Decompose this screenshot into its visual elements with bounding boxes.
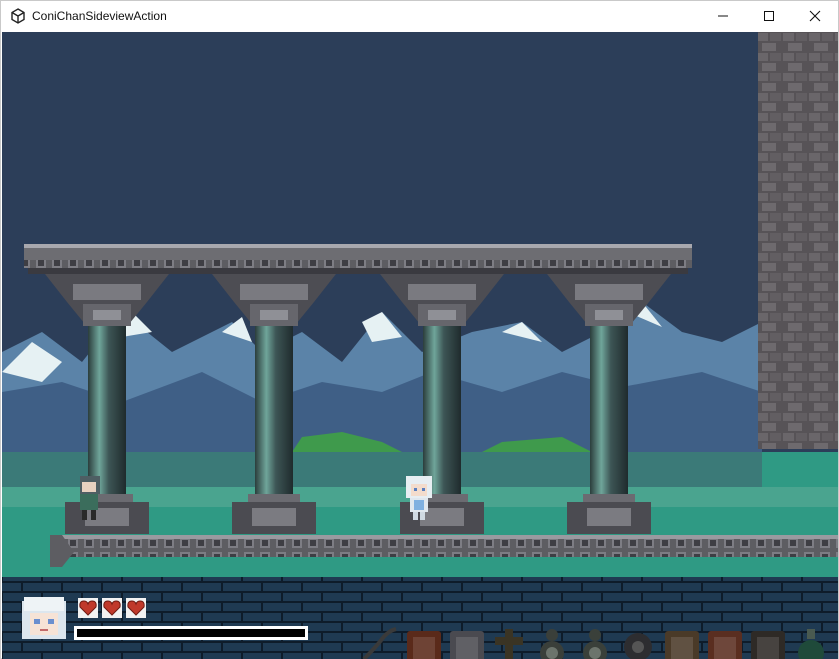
unity-icon: [11, 8, 25, 24]
scroll-icon: [665, 631, 699, 659]
book-icon: [708, 631, 742, 659]
whip-icon: [362, 627, 397, 659]
hud: [22, 597, 824, 659]
flask-icon: [798, 629, 824, 659]
heart-icon: [78, 598, 98, 618]
window-title: ConiChanSideviewAction: [32, 9, 167, 23]
maximize-button[interactable]: [746, 1, 792, 31]
heart-icon: [102, 598, 122, 618]
potion-small-icon: [540, 629, 564, 659]
cross-icon: [495, 629, 523, 659]
boot-icon: [407, 631, 441, 659]
minimize-button[interactable]: [700, 1, 746, 31]
hearts: [78, 598, 146, 618]
game-scene: [2, 32, 838, 659]
heart-icon: [126, 598, 146, 618]
gauntlet-icon: [450, 631, 484, 659]
game-window: ConiChanSideviewAction: [0, 0, 839, 659]
close-icon: [809, 10, 821, 22]
close-button[interactable]: [792, 1, 838, 31]
chest-icon: [751, 631, 785, 659]
minimize-icon: [718, 15, 728, 17]
item-slots: [362, 627, 824, 659]
title-bar: ConiChanSideviewAction: [1, 1, 838, 31]
potion-bag-icon: [583, 629, 607, 659]
player-portrait: [22, 597, 66, 639]
game-viewport[interactable]: [2, 32, 838, 659]
gear-icon: [624, 633, 652, 659]
tower-wall: [758, 32, 838, 449]
energy-bar-track: [77, 629, 305, 637]
maximize-icon: [764, 11, 774, 21]
